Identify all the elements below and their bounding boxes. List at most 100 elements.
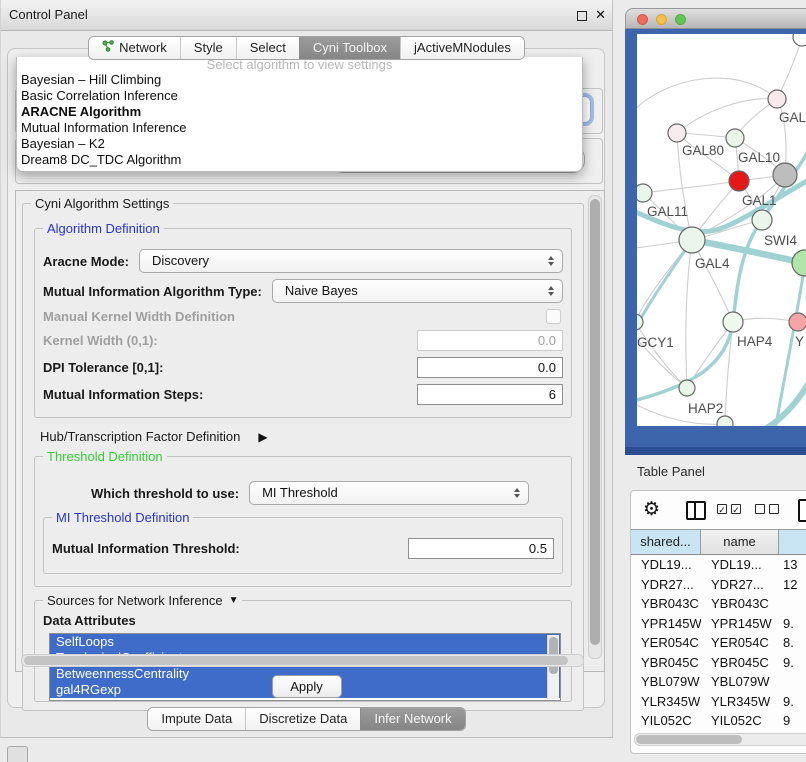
- node-gal4[interactable]: [679, 227, 705, 253]
- table-cell: YIL052C: [631, 711, 701, 731]
- node-gcy1-label: GCY1: [637, 335, 674, 350]
- collapse-down-icon[interactable]: ▼: [229, 593, 239, 608]
- table-horizontal-thumb[interactable]: [636, 735, 742, 744]
- control-panel-titlebar: Control Panel ✕: [1, 0, 612, 31]
- tab-label: Style: [194, 37, 223, 59]
- node-pink[interactable]: [789, 313, 806, 331]
- node-gal80[interactable]: [668, 124, 686, 142]
- tab-style[interactable]: Style: [180, 37, 236, 59]
- close-icon[interactable]: ✕: [595, 0, 606, 30]
- network-edge: [637, 78, 777, 112]
- tab-infer-network[interactable]: Infer Network: [360, 708, 464, 730]
- settings-horizontal-scrollbar[interactable]: [21, 654, 584, 667]
- tab-strip: Network Style SelectCyni ToolboxjActiveMNo…: [88, 36, 525, 60]
- tab-impute-data[interactable]: Impute Data: [148, 708, 245, 730]
- node-gal1[interactable]: [729, 171, 749, 191]
- algorithm-definition-title: Algorithm Definition: [43, 221, 164, 236]
- settings-horizontal-thumb[interactable]: [24, 656, 568, 665]
- mi-type-combo[interactable]: Naive Bayes: [272, 279, 563, 303]
- dpi-tolerance-field[interactable]: 0.0: [417, 357, 563, 378]
- aracne-mode-combo[interactable]: Discovery: [139, 249, 563, 273]
- node-swi4[interactable]: [752, 210, 772, 230]
- node-top-partial[interactable]: [793, 34, 806, 46]
- table-row[interactable]: YPR145WYPR145W9.: [631, 614, 806, 634]
- table-row[interactable]: YDR27...YDR27...12: [631, 575, 806, 595]
- tab-select[interactable]: Select: [236, 37, 299, 59]
- unchecked-pair-icon[interactable]: [755, 504, 779, 514]
- float-panel-icon[interactable]: [577, 11, 587, 21]
- table-row[interactable]: YER054CYER054C8.: [631, 633, 806, 653]
- node-gal7[interactable]: [768, 90, 786, 108]
- tab-discretize-data[interactable]: Discretize Data: [245, 708, 360, 730]
- stepper-arrows-icon: [548, 256, 554, 266]
- tab-cyni-toolbox[interactable]: Cyni Toolbox: [299, 37, 400, 59]
- checked-box-icon: ✓: [717, 504, 727, 514]
- which-threshold-combo[interactable]: MI Threshold: [249, 481, 529, 505]
- table-header: shared...name: [631, 529, 806, 555]
- list-scrollbar[interactable]: [547, 635, 559, 699]
- minimize-light[interactable]: [656, 14, 667, 25]
- node-hap2[interactable]: [679, 380, 695, 396]
- network-icon: [102, 37, 114, 59]
- table-row[interactable]: YBL079WYBL079W: [631, 672, 806, 692]
- attribute-item[interactable]: SelfLoops: [50, 634, 560, 650]
- manual-kernel-label: Manual Kernel Width Definition: [43, 309, 235, 324]
- column-header-2[interactable]: name: [701, 530, 779, 554]
- node-big-green[interactable]: [792, 250, 806, 276]
- network-window-titlebar[interactable]: [625, 8, 806, 29]
- popup-item[interactable]: Dream8 DC_TDC Algorithm: [17, 152, 582, 168]
- kernel-width-field[interactable]: 0.0: [417, 330, 563, 351]
- settings-vertical-thumb[interactable]: [590, 199, 600, 645]
- zoom-light[interactable]: [675, 14, 686, 25]
- which-threshold-row: Which threshold to use: MI Threshold: [43, 481, 563, 505]
- collapse-corner-button[interactable]: [7, 746, 28, 762]
- document-icon[interactable]: [798, 499, 806, 522]
- table-row[interactable]: YBR045CYBR045C9.: [631, 653, 806, 673]
- network-edge: [692, 240, 733, 322]
- close-light[interactable]: [637, 14, 648, 25]
- node-hap4[interactable]: [723, 312, 743, 332]
- columns-icon[interactable]: [686, 501, 706, 520]
- threshold-definition-group: Threshold Definition Which threshold to …: [34, 456, 572, 587]
- tab-label: Discretize Data: [259, 708, 347, 730]
- mi-steps-field[interactable]: 6: [417, 384, 563, 405]
- expand-right-icon[interactable]: ▶: [258, 431, 267, 443]
- mi-threshold-field[interactable]: 0.5: [408, 538, 554, 559]
- gear-icon[interactable]: ⚙: [643, 498, 660, 521]
- node-gray[interactable]: [773, 163, 797, 187]
- table-row[interactable]: YDL19...YDL19...13: [631, 555, 806, 575]
- table-row[interactable]: YBR043CYBR043C: [631, 594, 806, 614]
- tab-jactivemnodules[interactable]: jActiveMNodules: [400, 37, 524, 59]
- table-row[interactable]: YLR345WYLR345W9.: [631, 692, 806, 712]
- network-edge: [686, 240, 692, 388]
- tab-network[interactable]: Network: [89, 37, 180, 59]
- popup-item[interactable]: ARACNE Algorithm: [17, 104, 582, 120]
- node-gal11[interactable]: [637, 184, 652, 202]
- popup-item[interactable]: Bayesian – Hill Climbing: [17, 72, 582, 88]
- mi-threshold-definition-title: MI Threshold Definition: [52, 510, 193, 525]
- node-gal10[interactable]: [726, 129, 744, 147]
- network-canvas[interactable]: GALGAL80GAL10GAL1GAL11SWI4GAL4GCY1HAP4YH…: [637, 34, 806, 426]
- node-hap2-label: HAP2: [688, 401, 723, 416]
- kernel-width-label: Kernel Width (0,1):: [43, 333, 158, 348]
- checked-pair-icon[interactable]: ✓✓: [717, 504, 741, 514]
- sources-title: Sources for Network Inference ▼: [43, 593, 242, 608]
- network-graph[interactable]: GALGAL80GAL10GAL1GAL11SWI4GAL4GCY1HAP4YH…: [637, 34, 806, 426]
- aracne-mode-value: Discovery: [152, 253, 209, 268]
- table-cell: YDR27...: [631, 575, 701, 595]
- apply-button[interactable]: Apply: [272, 675, 342, 698]
- network-frame-bottom: [625, 447, 806, 455]
- manual-kernel-checkbox[interactable]: [546, 309, 561, 324]
- popup-item[interactable]: Mutual Information Inference: [17, 120, 582, 136]
- popup-item[interactable]: Bayesian – K2: [17, 136, 582, 152]
- mi-steps-row: Mutual Information Steps: 6: [43, 384, 563, 405]
- table-row[interactable]: YIL052CYIL052C9: [631, 711, 806, 731]
- data-attributes-label: Data Attributes: [43, 613, 563, 628]
- column-header-1[interactable]: shared...: [631, 530, 701, 554]
- node-bottom-partial[interactable]: [717, 416, 733, 426]
- column-header-3[interactable]: [779, 530, 806, 554]
- settings-vertical-scrollbar[interactable]: [588, 195, 602, 659]
- table-horizontal-scrollbar[interactable]: [634, 733, 806, 746]
- popup-item[interactable]: Basic Correlation Inference: [17, 88, 582, 104]
- hub-definition-row[interactable]: Hub/Transcription Factor Definition ▶: [40, 429, 574, 444]
